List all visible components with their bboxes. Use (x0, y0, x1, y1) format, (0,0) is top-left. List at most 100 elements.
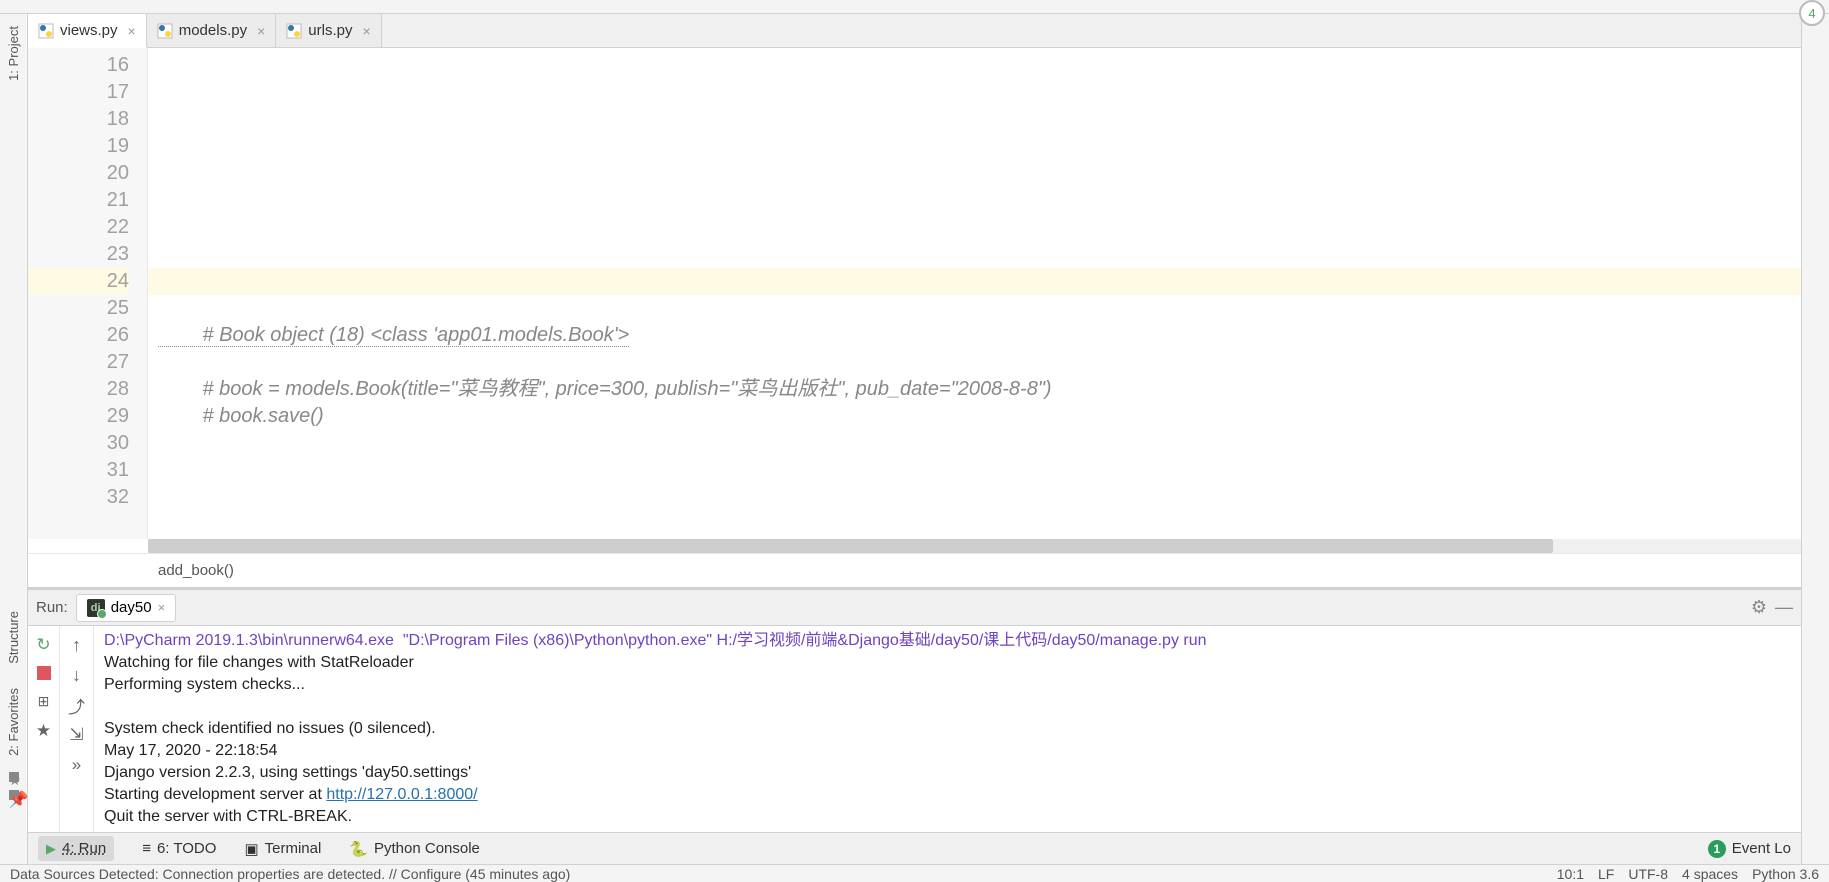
sidebar-project[interactable]: 1: Project (6, 14, 21, 93)
code-line[interactable] (148, 241, 1801, 268)
pin-icon[interactable]: 📌 (9, 790, 19, 800)
tab-label: models.py (179, 22, 247, 39)
layout-icon[interactable]: ⊞ (35, 692, 53, 710)
sidebar-structure[interactable]: Structure (6, 599, 21, 676)
bottom-label: 4: Run (62, 840, 106, 857)
line-number: 26 (28, 322, 129, 349)
bottom-event-log[interactable]: Event Lo (1732, 840, 1791, 857)
close-icon[interactable]: × (362, 23, 370, 39)
terminal-icon: ▣ (244, 840, 258, 858)
gear-icon[interactable]: ⚙ (1751, 597, 1767, 618)
line-number: 21 (28, 187, 129, 214)
line-number: 16 (28, 52, 129, 79)
bottom-python-console[interactable]: 🐍 Python Console (349, 840, 480, 858)
python-file-icon (38, 23, 54, 39)
code-line[interactable] (148, 268, 1801, 295)
horizontal-scrollbar[interactable] (148, 539, 1801, 553)
line-number: 24 (28, 268, 129, 295)
status-message[interactable]: Data Sources Detected: Connection proper… (10, 866, 570, 882)
code-line[interactable] (148, 430, 1801, 457)
favorites-icon[interactable]: ★ (9, 772, 19, 782)
line-number: 27 (28, 349, 129, 376)
code-line[interactable] (148, 187, 1801, 214)
tab-views[interactable]: views.py × (28, 14, 147, 48)
line-number: 18 (28, 106, 129, 133)
code-line[interactable] (148, 484, 1801, 511)
close-icon[interactable]: × (158, 600, 166, 615)
up-arrow-icon[interactable]: ↑ (68, 636, 86, 654)
status-encoding[interactable]: UTF-8 (1628, 866, 1668, 882)
code-line[interactable] (148, 349, 1801, 376)
tab-label: views.py (60, 22, 118, 39)
run-config-name: day50 (111, 599, 152, 616)
line-number: 19 (28, 133, 129, 160)
status-line-ending[interactable]: LF (1598, 866, 1614, 882)
bottom-label: Python Console (374, 840, 480, 857)
down-arrow-icon[interactable]: ↓ (68, 666, 86, 684)
code-line[interactable] (148, 160, 1801, 187)
editor-tabs: views.py × models.py × urls.py × (28, 14, 1801, 48)
minimize-icon[interactable]: — (1775, 597, 1793, 618)
left-sidebar: 1: Project Structure 2: Favorites ★ 📌 (0, 14, 28, 864)
bottom-run[interactable]: ▶ 4: Run (38, 836, 114, 861)
scroll-icon[interactable]: ⇲ (68, 726, 86, 744)
tab-urls[interactable]: urls.py × (276, 14, 381, 47)
more-icon[interactable]: » (68, 756, 86, 774)
todo-icon: ≡ (142, 840, 151, 857)
status-bar: Data Sources Detected: Connection proper… (0, 864, 1829, 882)
code-line[interactable] (148, 79, 1801, 106)
play-icon: ▶ (46, 841, 56, 857)
status-interpreter[interactable]: Python 3.6 (1752, 866, 1819, 882)
status-caret[interactable]: 10:1 (1557, 866, 1584, 882)
python-file-icon (157, 23, 173, 39)
bottom-terminal[interactable]: ▣ Terminal (244, 840, 321, 858)
function-breadcrumb[interactable]: add_book() (28, 553, 1801, 587)
close-icon[interactable]: × (257, 23, 265, 39)
line-number: 20 (28, 160, 129, 187)
gutter: 1617181920212223242526272829303132 (28, 48, 148, 539)
scrollbar-thumb[interactable] (148, 539, 1553, 553)
editor-area[interactable]: 1617181920212223242526272829303132 # Boo… (28, 48, 1801, 539)
server-url-link[interactable]: http://127.0.0.1:8000/ (326, 786, 477, 803)
line-number: 32 (28, 484, 129, 511)
code-line[interactable] (148, 295, 1801, 322)
bottom-label: Terminal (265, 840, 322, 857)
sidebar-favorites[interactable]: 2: Favorites (6, 676, 21, 768)
django-icon: dj (87, 599, 105, 617)
code-line[interactable] (148, 106, 1801, 133)
line-number: 17 (28, 79, 129, 106)
right-sidebar (1801, 14, 1829, 864)
code-line[interactable] (148, 457, 1801, 484)
event-count-badge: 1 (1708, 840, 1726, 858)
line-number: 31 (28, 457, 129, 484)
code-line[interactable] (148, 133, 1801, 160)
tab-models[interactable]: models.py × (147, 14, 277, 47)
bottom-todo[interactable]: ≡ 6: TODO (142, 840, 216, 857)
line-number: 22 (28, 214, 129, 241)
run-config-tab[interactable]: dj day50 × (76, 594, 176, 622)
bottom-label: 6: TODO (157, 840, 216, 857)
code-line[interactable]: # book.save() (148, 403, 1801, 430)
bottom-toolbar: ▶ 4: Run ≡ 6: TODO ▣ Terminal 🐍 Python C… (28, 832, 1801, 864)
code-line[interactable] (148, 52, 1801, 79)
run-label: Run: (36, 599, 68, 616)
wrap-icon[interactable]: ⤴ (68, 696, 86, 714)
code-line[interactable]: # book = models.Book(title="菜鸟教程", price… (148, 376, 1801, 403)
run-toolbar-right: ↑ ↓ ⤴ ⇲ » (60, 626, 94, 832)
code-body[interactable]: # Book object (18) <class 'app01.models.… (148, 48, 1801, 539)
close-icon[interactable]: × (128, 23, 136, 39)
code-line[interactable] (148, 214, 1801, 241)
rerun-icon[interactable]: ↻ (35, 636, 53, 654)
line-number: 25 (28, 295, 129, 322)
python-icon: 🐍 (349, 840, 368, 858)
favorite-icon[interactable]: ★ (35, 722, 53, 740)
status-indent[interactable]: 4 spaces (1682, 866, 1738, 882)
code-line[interactable]: # Book object (18) <class 'app01.models.… (148, 322, 1801, 349)
stop-icon[interactable] (37, 666, 51, 680)
line-number: 29 (28, 403, 129, 430)
python-file-icon (286, 23, 302, 39)
line-number: 28 (28, 376, 129, 403)
console-output[interactable]: D:\PyCharm 2019.1.3\bin\runnerw64.exe "D… (94, 626, 1801, 832)
tab-label: urls.py (308, 22, 352, 39)
inspection-badge[interactable]: 4 (1799, 0, 1825, 26)
